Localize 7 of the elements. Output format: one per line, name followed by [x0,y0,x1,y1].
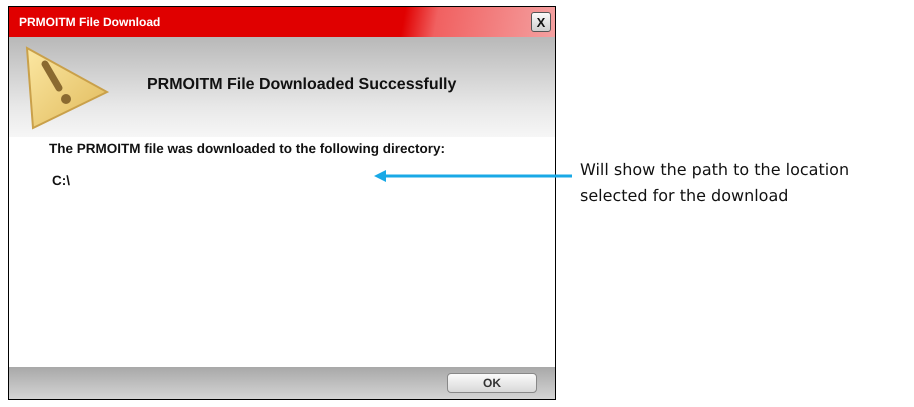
dialog-heading: PRMOITM File Downloaded Successfully [147,76,456,94]
message-text: The PRMOITM file was downloaded to the following directory: [49,141,446,156]
annotation-text: Will show the path to the location selected for the download [580,159,850,207]
directory-path: C:\ [52,173,70,188]
window-title: PRMOITM File Download [19,15,160,29]
close-button[interactable]: X [531,12,551,32]
ok-button[interactable]: OK [447,373,537,393]
